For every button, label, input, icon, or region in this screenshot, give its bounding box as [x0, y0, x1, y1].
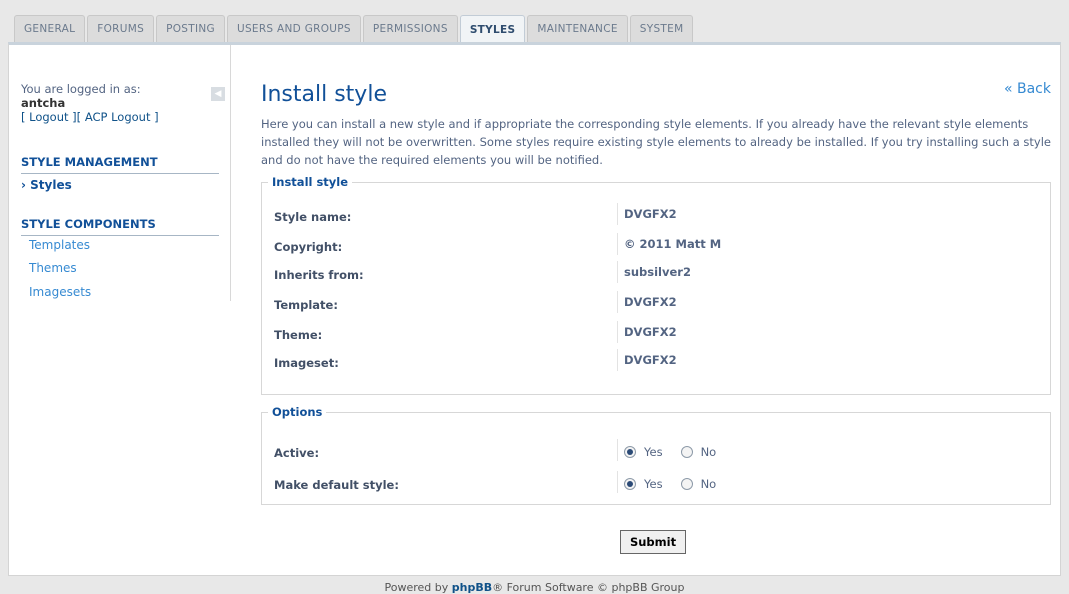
tab-system[interactable]: SYSTEM	[629, 15, 694, 42]
sidebar-item-styles[interactable]: › Styles	[21, 178, 72, 192]
sidebar-item-label: Styles	[30, 178, 72, 192]
detail-value: DVGFX2	[617, 321, 677, 343]
detail-label: Imageset:	[274, 356, 339, 370]
intro-text: Here you can install a new style and if …	[261, 117, 1051, 167]
detail-row-imageset: Imageset: DVGFX2	[262, 349, 1050, 377]
sidebar-item-imagesets[interactable]: Imagesets	[29, 285, 91, 299]
radio-label-yes[interactable]: Yes	[644, 445, 663, 459]
tab-posting[interactable]: POSTING	[156, 15, 225, 42]
options-legend: Options	[272, 405, 323, 419]
tab-users-and-groups[interactable]: USERS AND GROUPS	[226, 15, 361, 42]
phpbb-link[interactable]: phpBB	[452, 581, 492, 594]
detail-label: Template:	[274, 298, 338, 312]
detail-row-style-name: Style name: DVGFX2	[262, 203, 1050, 231]
collapse-sidebar-icon[interactable]: ◀	[211, 87, 225, 101]
tab-styles[interactable]: STYLES	[459, 15, 526, 44]
username: antcha	[21, 96, 66, 110]
detail-value: DVGFX2	[617, 291, 677, 313]
login-info: You are logged in as: antcha [ Logout ][…	[21, 82, 159, 124]
detail-label: Inherits from:	[274, 268, 364, 282]
radio-label-no[interactable]: No	[701, 477, 717, 491]
tab-maintenance[interactable]: MAINTENANCE	[527, 15, 628, 42]
default-radio-group: Yes No	[617, 471, 730, 493]
tab-bar: GENERAL FORUMS POSTING USERS AND GROUPS …	[14, 15, 694, 44]
option-row-make-default: Make default style: Yes No	[262, 471, 1050, 499]
logout-link[interactable]: [ Logout ]	[21, 110, 77, 124]
submit-button[interactable]: Submit	[620, 530, 686, 554]
active-radio-group: Yes No	[617, 439, 730, 461]
sidebar-item-templates[interactable]: Templates	[29, 238, 90, 252]
options-fieldset: Options Active: Yes No Make default styl…	[261, 405, 1051, 505]
radio-label-yes[interactable]: Yes	[644, 477, 663, 491]
tab-general[interactable]: GENERAL	[14, 15, 86, 42]
detail-row-template: Template: DVGFX2	[262, 291, 1050, 319]
active-yes-radio[interactable]	[624, 446, 636, 458]
detail-value: DVGFX2	[617, 203, 677, 225]
sidebar-item-themes[interactable]: Themes	[29, 261, 77, 275]
sidebar: You are logged in as: antcha [ Logout ][…	[9, 45, 231, 301]
detail-row-theme: Theme: DVGFX2	[262, 321, 1050, 349]
default-yes-radio[interactable]	[624, 478, 636, 490]
option-row-active: Active: Yes No	[262, 439, 1050, 467]
detail-value: DVGFX2	[617, 349, 677, 371]
logged-in-label: You are logged in as:	[21, 82, 141, 96]
footer-suffix: ® Forum Software © phpBB Group	[492, 581, 685, 594]
install-style-legend: Install style	[272, 175, 349, 189]
detail-value: subsilver2	[617, 261, 691, 283]
menu-heading-style-management: STYLE MANAGEMENT	[21, 155, 219, 174]
back-link[interactable]: « Back	[1004, 81, 1051, 97]
acp-logout-link[interactable]: [ ACP Logout ]	[77, 110, 159, 124]
radio-label-no[interactable]: No	[701, 445, 717, 459]
option-label: Make default style:	[274, 478, 399, 492]
detail-label: Style name:	[274, 210, 352, 224]
detail-value: © 2011 Matt M	[617, 233, 721, 255]
detail-row-copyright: Copyright: © 2011 Matt M	[262, 233, 1050, 261]
tab-forums[interactable]: FORUMS	[87, 15, 155, 42]
install-style-fieldset: Install style Style name: DVGFX2 Copyrig…	[261, 175, 1051, 395]
page-title: Install style	[261, 82, 387, 107]
menu-heading-style-components: STYLE COMPONENTS	[21, 217, 219, 236]
default-no-radio[interactable]	[680, 478, 693, 490]
detail-row-inherits-from: Inherits from: subsilver2	[262, 261, 1050, 289]
detail-label: Copyright:	[274, 240, 343, 254]
footer-prefix: Powered by	[384, 581, 449, 594]
tab-permissions[interactable]: PERMISSIONS	[362, 15, 458, 42]
detail-label: Theme:	[274, 328, 323, 342]
active-no-radio[interactable]	[680, 446, 693, 458]
footer: Powered by phpBB® Forum Software © phpBB…	[0, 581, 1069, 594]
option-label: Active:	[274, 446, 320, 460]
main-panel: You are logged in as: antcha [ Logout ][…	[8, 42, 1061, 576]
